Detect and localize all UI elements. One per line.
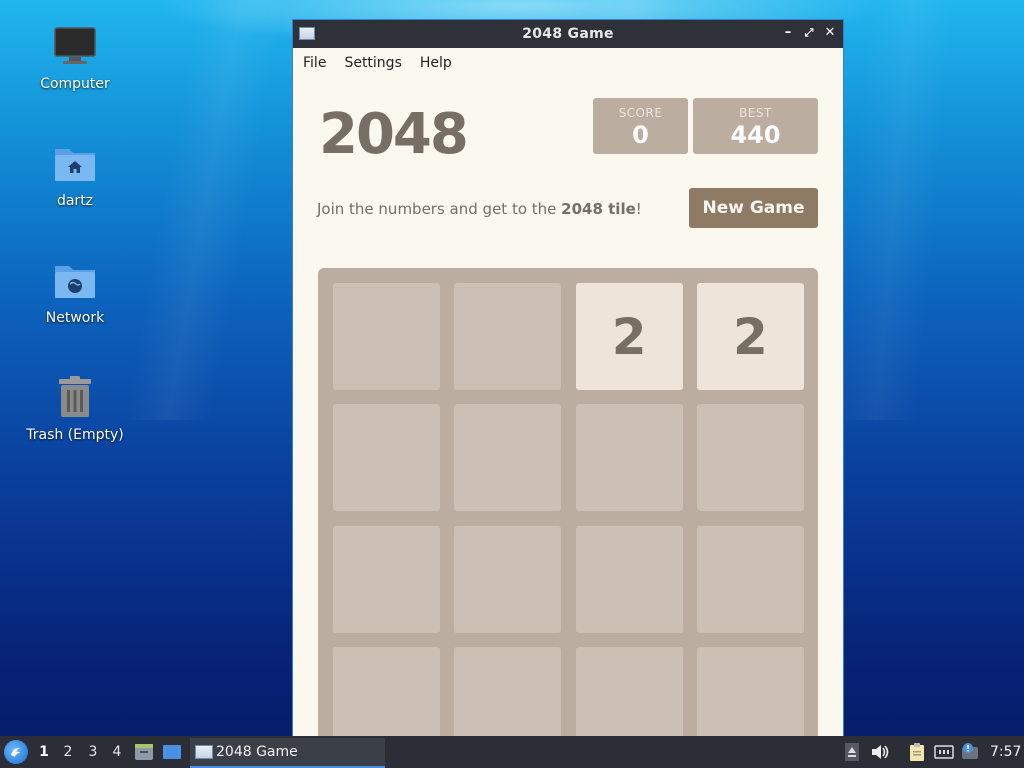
- workspace-3[interactable]: 3: [86, 744, 100, 760]
- workspace-4[interactable]: 4: [110, 744, 124, 760]
- intro-text: Join the numbers and get to the 2048 til…: [317, 200, 642, 218]
- notification-icon[interactable]: [960, 742, 980, 762]
- score-box: SCORE 0: [593, 98, 688, 154]
- trash-icon: [51, 373, 99, 421]
- start-logo-icon: [11, 747, 21, 757]
- game-title: 2048: [319, 102, 469, 167]
- task-label: 2048 Game: [216, 744, 298, 760]
- intro-bold: 2048 tile: [561, 200, 636, 218]
- taskbar-task-2048[interactable]: 2048 Game: [190, 738, 385, 768]
- maximize-button[interactable]: ⤢: [801, 25, 817, 41]
- empty-cell: [575, 525, 683, 633]
- monitor-icon: [51, 22, 99, 70]
- intro-prefix: Join the numbers and get to the: [317, 200, 562, 218]
- eject-icon[interactable]: [842, 742, 862, 762]
- workspace-1[interactable]: 1: [37, 744, 51, 760]
- task-app-icon: [195, 745, 213, 759]
- empty-cell: [333, 404, 440, 512]
- empty-cell: [696, 646, 804, 738]
- menu-file[interactable]: File: [303, 55, 336, 71]
- menu-settings[interactable]: Settings: [344, 55, 411, 71]
- window-title: 2048 Game: [522, 26, 614, 42]
- home-folder-icon: [51, 139, 99, 187]
- desktop-icon-computer[interactable]: Computer: [20, 22, 130, 92]
- best-label: BEST: [739, 106, 772, 120]
- score-label: SCORE: [618, 106, 663, 120]
- game-window: 2048 Game – ⤢ ✕ File Settings Help 2048 …: [292, 19, 844, 739]
- volume-icon[interactable]: [870, 742, 890, 762]
- start-menu-button[interactable]: [4, 740, 28, 764]
- minimize-button[interactable]: –: [780, 25, 796, 41]
- empty-cell: [454, 646, 562, 738]
- empty-cell: [454, 283, 562, 390]
- desktop-icon-label: Network: [45, 310, 105, 326]
- empty-cell: [333, 646, 440, 738]
- empty-cell: [696, 404, 804, 512]
- file-manager-launcher-icon[interactable]: [134, 742, 154, 762]
- empty-cell: [575, 404, 683, 512]
- workspace-2[interactable]: 2: [61, 744, 75, 760]
- game-board[interactable]: 22: [318, 268, 818, 738]
- desktop-icon-dartz[interactable]: dartz: [20, 139, 130, 209]
- empty-cell: [454, 525, 562, 633]
- empty-cell: [575, 646, 683, 738]
- menu-bar: File Settings Help: [293, 48, 843, 78]
- empty-cell: [333, 283, 440, 390]
- empty-cell: [454, 404, 562, 512]
- best-box: BEST 440: [693, 98, 818, 154]
- close-button[interactable]: ✕: [822, 25, 838, 41]
- taskbar: 1 2 3 4 2048 Game 7:57: [0, 736, 1024, 768]
- desktop-icon-label: dartz: [56, 193, 94, 209]
- new-game-button[interactable]: New Game: [689, 188, 818, 228]
- desktop-icon-label: Computer: [40, 76, 110, 92]
- window-app-icon: [299, 27, 315, 40]
- clock[interactable]: 7:57: [990, 744, 1021, 760]
- clipboard-icon[interactable]: [907, 742, 927, 762]
- best-value: 440: [730, 121, 781, 149]
- tile-2: 2: [575, 283, 683, 390]
- desktop-icon-trash[interactable]: Trash (Empty): [20, 373, 130, 443]
- menu-help[interactable]: Help: [420, 55, 462, 71]
- network-folder-icon: [51, 256, 99, 304]
- window-titlebar[interactable]: 2048 Game – ⤢ ✕: [293, 20, 843, 48]
- network-status-icon[interactable]: [934, 742, 954, 762]
- desktop-icon-label: Trash (Empty): [26, 427, 124, 443]
- tile-2: 2: [696, 283, 804, 390]
- desktop-launcher-icon[interactable]: [162, 742, 182, 762]
- intro-suffix: !: [635, 200, 642, 218]
- empty-cell: [696, 525, 804, 633]
- score-value: 0: [632, 121, 649, 149]
- desktop-icon-network[interactable]: Network: [20, 256, 130, 326]
- empty-cell: [333, 525, 440, 633]
